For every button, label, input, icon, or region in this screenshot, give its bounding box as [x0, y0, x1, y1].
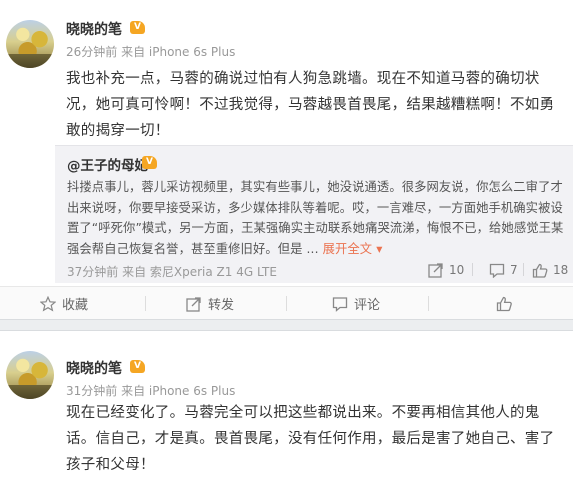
post-content: 我也补充一点，马蓉的确说过怕有人狗急跳墙。现在不知道马蓉的确切状况，她可真可怜啊… — [66, 71, 555, 139]
comment-icon — [489, 263, 505, 278]
post-meta: 26分钟前 来自 iPhone 6s Plus — [66, 45, 236, 59]
quoted-comment-count: 7 — [510, 263, 518, 277]
forward-button[interactable]: 转发 — [186, 287, 234, 320]
post-separator — [0, 319, 573, 331]
quoted-text: 抖搂点事儿，蓉儿采访视频里，其实有些事儿，她没说通透。很多网友说，你怎么二审了才… — [67, 177, 572, 260]
comment-button[interactable]: 评论 — [332, 287, 380, 320]
favorite-label: 收藏 — [62, 298, 89, 313]
vip-badge-icon: V — [130, 21, 145, 34]
quoted-actions: 10 7 18 — [55, 260, 573, 280]
comment-label: 评论 — [354, 298, 381, 313]
post-content: 现在已经变化了。马蓉完全可以把这些都说出来。不要再相信其他人的鬼话。信自己，才是… — [66, 405, 555, 473]
forward-label: 转发 — [208, 298, 235, 313]
vip-badge-icon: V — [130, 360, 145, 373]
like-button[interactable] — [496, 287, 513, 320]
comment-icon — [332, 296, 348, 312]
vip-badge-icon: V — [142, 156, 157, 169]
star-icon — [40, 295, 56, 312]
username[interactable]: 晓晓的笔 — [66, 19, 122, 39]
avatar[interactable] — [6, 20, 54, 68]
quoted-forward-count: 10 — [449, 263, 465, 277]
weibo-post-card: 晓晓的笔 V 26分钟前 来自 iPhone 6s Plus 我也补充一点，马蓉… — [0, 0, 573, 320]
avatar[interactable] — [6, 351, 54, 399]
quoted-author[interactable]: @王子的母妃 — [67, 154, 148, 174]
quoted-like-button[interactable]: 18 — [532, 260, 568, 280]
weibo-post-card: 晓晓的笔 V 31分钟前 来自 iPhone 6s Plus 现在已经变化了。马… — [0, 331, 573, 473]
like-icon — [532, 263, 548, 278]
post-action-bar: 收藏 转发 评论 — [0, 286, 573, 320]
expand-full-text-link[interactable]: 展开全文 — [323, 242, 373, 256]
forward-icon — [428, 262, 444, 278]
favorite-button[interactable]: 收藏 — [40, 287, 88, 320]
chevron-down-icon[interactable]: ▾ — [372, 242, 382, 256]
username[interactable]: 晓晓的笔 — [66, 358, 122, 378]
forward-icon — [186, 296, 202, 312]
quoted-text-body: 抖搂点事儿，蓉儿采访视频里，其实有些事儿，她没说通透。很多网友说，你怎么二审了才… — [67, 180, 564, 257]
like-icon — [496, 296, 513, 312]
quoted-like-count: 18 — [553, 263, 569, 277]
quoted-forward-button[interactable]: 10 — [428, 260, 464, 280]
post-meta: 31分钟前 来自 iPhone 6s Plus — [66, 384, 236, 398]
quoted-post: @王子的母妃 V 抖搂点事儿，蓉儿采访视频里，其实有些事儿，她没说通透。很多网友… — [55, 145, 573, 283]
quoted-comment-button[interactable]: 7 — [489, 260, 518, 280]
